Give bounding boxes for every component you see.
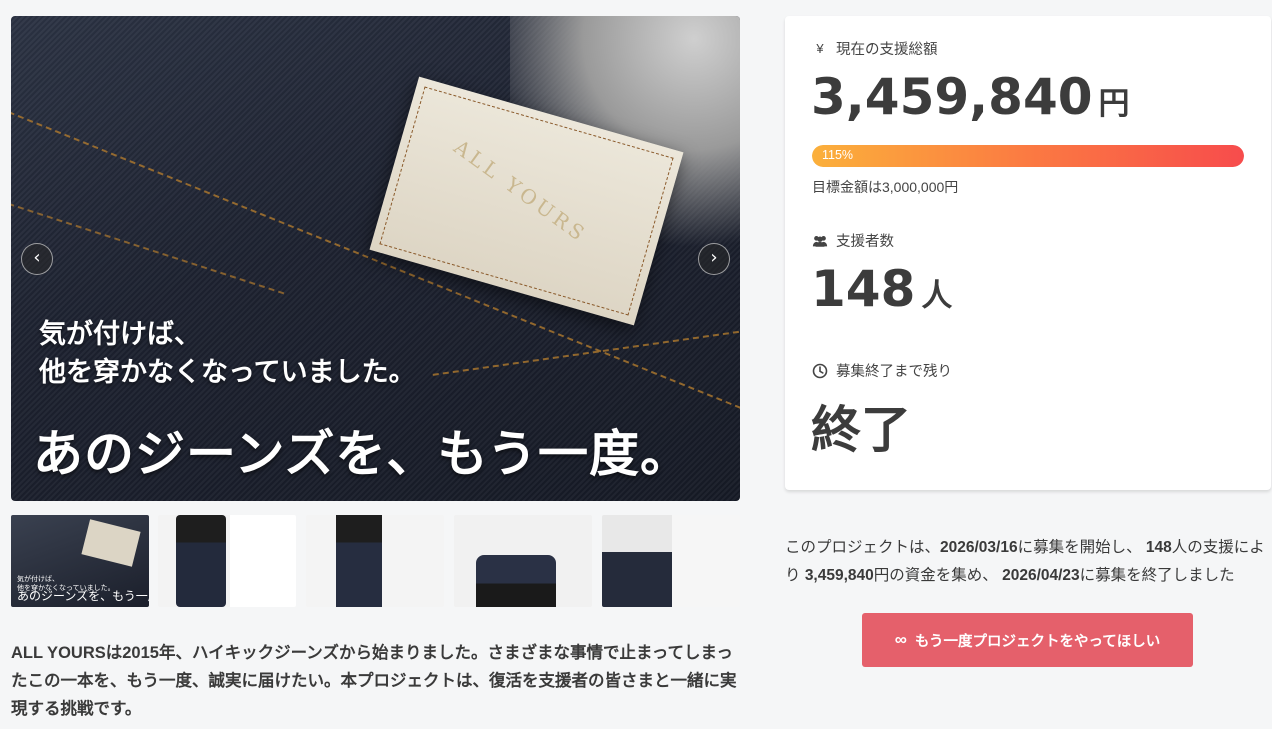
thumbnail-model-image [176,515,226,607]
total-funding-value: 3,459,840 [811,68,1093,126]
thumbnail-model-image [336,515,382,607]
request-encore-button[interactable]: ∞ もう一度プロジェクトをやってほしい [862,613,1193,667]
chevron-right-icon[interactable]: › [698,243,730,275]
thumbnail-3[interactable] [306,515,444,607]
backers-label: 支援者数 [812,230,894,251]
hero-headline: あのジーンズを、もう一度。 [33,424,691,483]
yen-icon: ¥ [816,41,824,56]
funding-progress-bar: 115% [812,145,1244,167]
thumbnail-headline: あのジーンズを、もう一度。 [17,589,149,603]
total-funding-label-text: 現在の支援総額 [836,42,938,58]
summary-amount: 3,459,840 [804,567,874,584]
infinity-icon: ∞ [894,630,907,649]
summary-text: 円の資金を集め、 [873,567,1003,584]
goal-amount: 目標金額は3,000,000円 [812,179,959,195]
remaining-label-text: 募集終了まで残り [836,364,952,380]
project-description: ALL YOURSは2015年、ハイキックジーンズから始まりました。さまざまな事… [11,644,737,718]
backers-unit: 人 [921,278,953,314]
total-funding-amount: 3,459,840 円 [811,68,1130,126]
summary-start-date: 2026/03/16 [940,539,1018,556]
remaining-value: 終了 [811,401,911,459]
thumbnail-5[interactable] [602,515,740,607]
summary-backers: 148 [1145,539,1172,556]
chevron-left-icon[interactable]: ‹ [21,243,53,275]
summary-end-date: 2026/04/23 [1002,567,1080,584]
summary-text: に募集を開始し、 [1017,539,1146,556]
thumbnail-1[interactable]: 気が付けば、 他を穿かなくなっていました。 あのジーンズを、もう一度。 [11,515,149,607]
thumbnail-model-image [476,555,556,607]
total-funding-unit: 円 [1098,86,1130,122]
backers-value: 148 [811,260,916,318]
project-hero-image: ALL YOURS 気が付けば、 他を穿かなくなっていました。 あのジーンズを、… [11,16,740,501]
thumbnail-patch [81,519,141,567]
progress-fill [812,145,1244,167]
users-icon [812,233,828,249]
summary-text: このプロジェクトは、 [785,539,941,556]
funding-stats-card: ¥ 現在の支援総額 3,459,840 円 115% 目標金額は3,000,000… [785,16,1271,490]
progress-percent: 115% [822,148,854,162]
hero-subtitle: 気が付けば、 他を穿かなくなっていました。 [39,319,416,388]
thumbnail-4[interactable] [454,515,592,607]
request-encore-label: もう一度プロジェクトをやってほしい [914,633,1161,650]
hero-stitching [11,199,285,297]
total-funding-label: ¥ 現在の支援総額 [812,38,938,59]
clock-icon [812,363,828,379]
backers-label-text: 支援者数 [836,234,894,250]
backers-count: 148 人 [811,260,952,318]
remaining-label: 募集終了まで残り [812,360,952,381]
thumbnail-2[interactable] [158,515,296,607]
summary-text: に募集を終了しました [1079,567,1235,584]
thumbnail-model-image [602,515,672,607]
patch-brand-text: ALL YOURS [449,134,593,248]
thumbnail-strip: 気が付けば、 他を穿かなくなっていました。 あのジーンズを、もう一度。 [11,515,740,607]
project-summary: このプロジェクトは、2026/03/16に募集を開始し、 148人の支援により … [785,534,1272,590]
